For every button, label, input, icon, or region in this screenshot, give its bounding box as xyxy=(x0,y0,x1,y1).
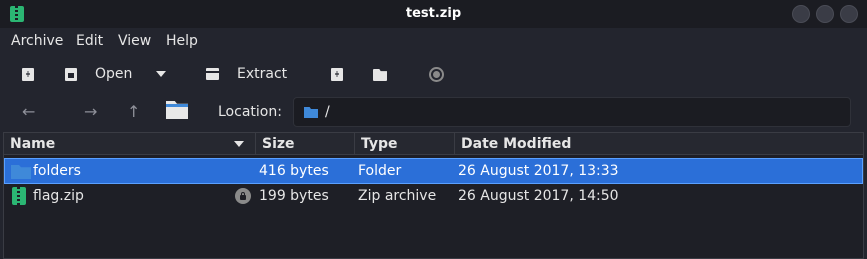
menu-view[interactable]: View xyxy=(118,33,151,49)
column-date-modified[interactable]: Date Modified xyxy=(455,133,863,155)
location-path: / xyxy=(325,104,330,120)
row-type: Zip archive xyxy=(358,188,437,204)
column-name-label: Name xyxy=(10,136,56,152)
row-date: 26 August 2017, 14:50 xyxy=(458,188,619,204)
lock-icon xyxy=(235,188,251,204)
column-type[interactable]: Type xyxy=(355,133,455,155)
row-name: folders xyxy=(33,163,81,179)
forward-arrow-icon[interactable]: → xyxy=(84,102,97,121)
menu-archive[interactable]: Archive xyxy=(11,33,63,49)
window-title: test.zip xyxy=(405,6,462,21)
column-header: Name Size Type Date Modified xyxy=(4,133,863,155)
folder-icon xyxy=(11,165,31,179)
open-dropdown-icon[interactable] xyxy=(156,71,166,77)
menu-help[interactable]: Help xyxy=(166,33,198,49)
sort-descending-icon[interactable] xyxy=(234,141,244,147)
column-name[interactable]: Name xyxy=(4,133,256,155)
folder-icon xyxy=(304,107,318,118)
minimize-button[interactable] xyxy=(792,5,810,23)
stop-icon[interactable] xyxy=(429,67,444,82)
up-arrow-icon[interactable]: ↑ xyxy=(127,102,140,121)
location-bar: ← → ↑ Location: / xyxy=(0,94,867,130)
row-date: 26 August 2017, 13:33 xyxy=(458,163,619,179)
row-size: 416 bytes xyxy=(259,163,329,179)
maximize-button[interactable] xyxy=(816,5,834,23)
open-icon[interactable] xyxy=(65,68,77,81)
location-label: Location: xyxy=(218,104,282,120)
table-row[interactable]: flag.zip 199 bytes Zip archive 26 August… xyxy=(4,184,863,210)
zip-icon xyxy=(12,187,26,205)
menu-bar: Archive Edit View Help xyxy=(0,28,867,56)
file-list: Name Size Type Date Modified folders 416… xyxy=(3,132,864,259)
back-arrow-icon[interactable]: ← xyxy=(22,102,35,121)
row-type: Folder xyxy=(358,163,402,179)
menu-edit[interactable]: Edit xyxy=(76,33,103,49)
row-name: flag.zip xyxy=(33,188,84,204)
column-size[interactable]: Size xyxy=(256,133,355,155)
table-row[interactable]: folders 416 bytes Folder 26 August 2017,… xyxy=(4,158,863,184)
close-button[interactable] xyxy=(840,5,858,23)
extract-icon[interactable] xyxy=(206,68,219,80)
title-bar: test.zip xyxy=(0,0,867,28)
location-input[interactable]: / xyxy=(293,97,851,127)
row-size: 199 bytes xyxy=(259,188,329,204)
new-archive-icon[interactable] xyxy=(22,68,34,81)
home-folder-icon[interactable] xyxy=(166,101,188,119)
open-button[interactable]: Open xyxy=(95,66,132,82)
extract-button[interactable]: Extract xyxy=(237,66,287,82)
add-folder-icon[interactable] xyxy=(373,69,387,81)
toolbar: Open Extract xyxy=(0,56,867,94)
add-files-icon[interactable] xyxy=(331,68,343,81)
